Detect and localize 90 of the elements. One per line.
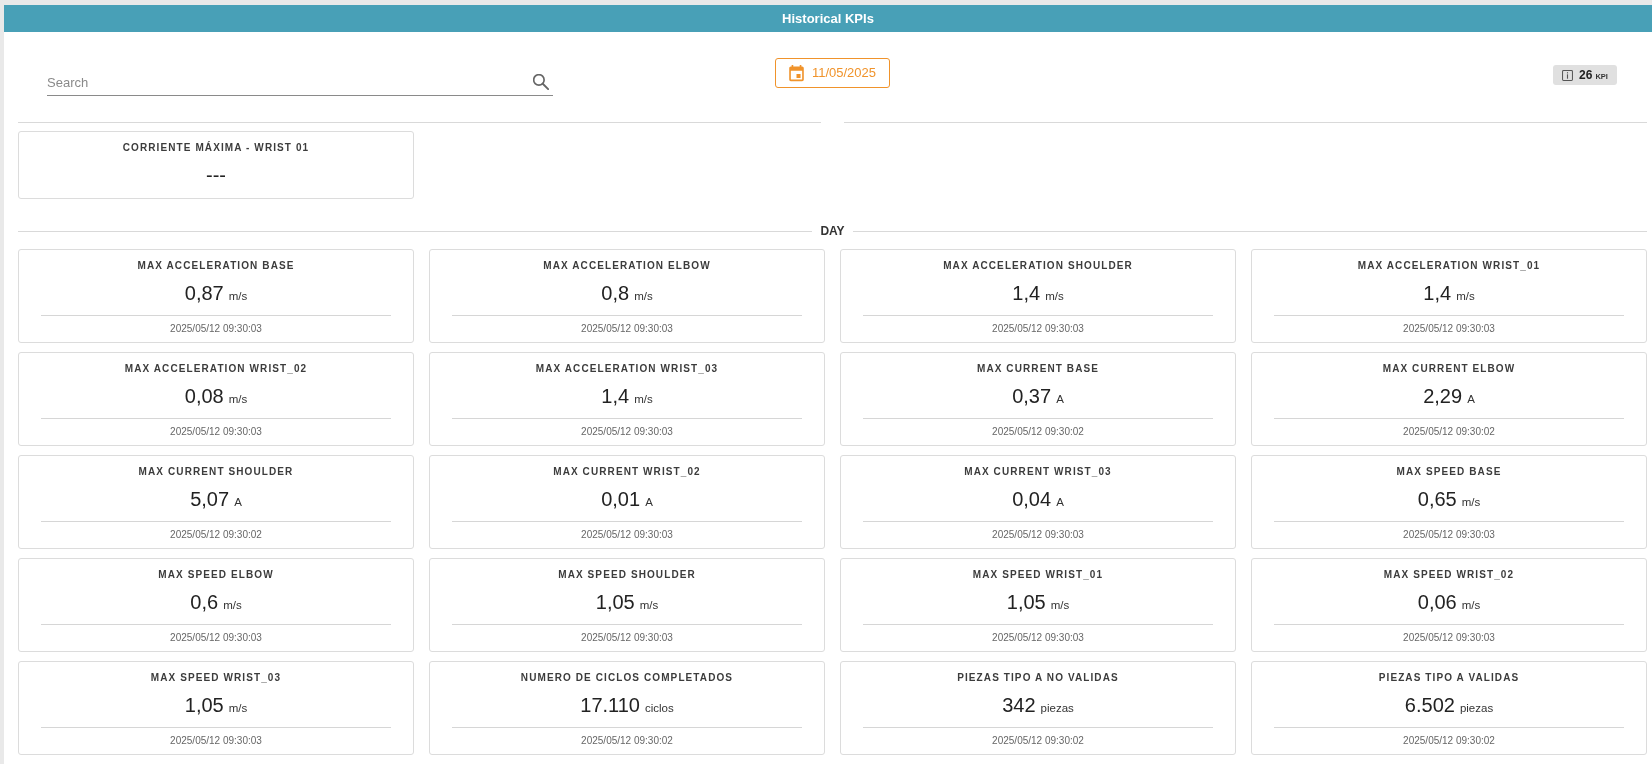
kpi-unit: m/s — [634, 289, 653, 304]
kpi-timestamp: 2025/05/12 09:30:03 — [992, 529, 1084, 541]
kpi-value: 0,01 — [601, 487, 641, 511]
kpi-unit: piezas — [1040, 701, 1074, 716]
kpi-unit: m/s — [228, 289, 248, 304]
kpi-unit: piezas — [1459, 701, 1494, 716]
kpi-title: MAX SPEED WRIST_01 — [972, 568, 1104, 581]
kpi-timestamp: 2025/05/12 09:30:03 — [170, 426, 262, 438]
kpi-timestamp: 2025/05/12 09:30:03 — [581, 426, 673, 438]
kpi-timestamp: 2025/05/12 09:30:02 — [1403, 735, 1495, 747]
date-picker-button[interactable]: 11/05/2025 — [775, 58, 890, 88]
kpi-timestamp: 2025/05/12 09:30:03 — [581, 632, 673, 644]
section-title: DAY — [820, 223, 845, 240]
kpi-unit: A — [1056, 392, 1064, 407]
kpi-unit: A — [1467, 392, 1475, 407]
kpi-title: MAX CURRENT ELBOW — [1382, 362, 1516, 375]
kpi-value: 0,08 — [184, 384, 224, 408]
kpi-timestamp: 2025/05/12 09:30:03 — [1403, 323, 1495, 335]
kpi-unit: m/s — [1045, 289, 1064, 304]
kpi-unit: ciclos — [644, 701, 674, 716]
kpi-title: MAX CURRENT WRIST_02 — [553, 465, 701, 478]
kpi-title: MAX CURRENT WRIST_03 — [964, 465, 1112, 478]
kpi-unit: m/s — [1461, 495, 1481, 510]
kpi-timestamp: 2025/05/12 09:30:03 — [1403, 529, 1495, 541]
kpi-timestamp: 2025/05/12 09:30:02 — [170, 529, 262, 541]
kpi-timestamp: 2025/05/12 09:30:03 — [581, 529, 673, 541]
kpi-timestamp: 2025/05/12 09:30:02 — [992, 735, 1084, 747]
kpi-unit: A — [234, 495, 242, 510]
kpi-title: MAX ACCELERATION BASE — [137, 259, 295, 272]
search-field[interactable]: Search — [47, 69, 553, 96]
kpi-value: 6.502 — [1404, 693, 1455, 717]
kpi-timestamp: 2025/05/12 09:30:02 — [992, 426, 1084, 438]
kpi-value: 2,29 — [1423, 384, 1463, 408]
search-icon — [533, 74, 549, 90]
page-title: Historical KPIs — [782, 9, 874, 28]
kpi-title: MAX CURRENT BASE — [976, 362, 1100, 375]
kpi-unit: m/s — [1050, 598, 1070, 613]
kpi-value: 0,8 — [601, 281, 630, 305]
kpi-title: MAX CURRENT SHOULDER — [138, 465, 294, 478]
kpi-value: 342 — [1002, 693, 1036, 717]
kpi-value: 0,37 — [1012, 384, 1052, 408]
kpi-unit: m/s — [639, 598, 659, 613]
kpi-unit: m/s — [228, 701, 248, 716]
kpi-timestamp: 2025/05/12 09:30:03 — [581, 323, 673, 335]
kpi-title: MAX SPEED WRIST_02 — [1383, 568, 1515, 581]
kpi-title: MAX SPEED WRIST_03 — [150, 671, 282, 684]
kpi-unit: m/s — [228, 392, 248, 407]
kpi-title: MAX ACCELERATION WRIST_01 — [1357, 259, 1541, 272]
kpi-timestamp: 2025/05/12 09:30:02 — [581, 735, 673, 747]
kpi-value: 1,05 — [184, 693, 224, 717]
kpi-unit: m/s — [634, 392, 653, 407]
kpi-title: CORRIENTE MÁXIMA - WRIST 01 — [122, 141, 310, 154]
kpi-title: NUMERO DE CICLOS COMPLETADOS — [520, 671, 734, 684]
kpi-value: 0,6 — [190, 590, 219, 614]
kpi-value: 1,05 — [1006, 590, 1046, 614]
kpi-unit: m/s — [1461, 598, 1481, 613]
kpi-value: 0,06 — [1417, 590, 1457, 614]
kpi-value: 5,07 — [190, 487, 230, 511]
kpi-unit: m/s — [223, 598, 242, 613]
info-icon — [1562, 69, 1574, 81]
kpi-title: PIEZAS TIPO A VALIDAS — [1378, 671, 1520, 684]
kpi-timestamp: 2025/05/12 09:30:03 — [992, 323, 1084, 335]
calendar-icon — [788, 64, 804, 82]
kpi-value: --- — [206, 163, 226, 187]
kpi-title: MAX SPEED BASE — [1396, 465, 1502, 478]
kpi-timestamp: 2025/05/12 09:30:03 — [170, 735, 262, 747]
kpi-value: 1,4 — [1423, 281, 1452, 305]
kpi-timestamp: 2025/05/12 09:30:03 — [992, 632, 1084, 644]
kpi-title: PIEZAS TIPO A NO VALIDAS — [957, 671, 1119, 684]
kpi-value: 0,87 — [184, 281, 224, 305]
kpi-unit: m/s — [1456, 289, 1475, 304]
kpi-value: 1,4 — [601, 384, 630, 408]
kpi-count: 26 — [1579, 67, 1593, 84]
kpi-title: MAX ACCELERATION WRIST_03 — [535, 362, 719, 375]
kpi-unit: A — [645, 495, 653, 510]
kpi-timestamp: 2025/05/12 09:30:02 — [1403, 426, 1495, 438]
kpi-title: MAX SPEED SHOULDER — [558, 568, 696, 581]
kpi-title: MAX ACCELERATION WRIST_02 — [124, 362, 308, 375]
kpi-value: 17.110 — [580, 693, 640, 717]
kpi-unit: A — [1056, 495, 1064, 510]
kpi-timestamp: 2025/05/12 09:30:03 — [1403, 632, 1495, 644]
kpi-value: 1,05 — [595, 590, 635, 614]
kpi-title: MAX ACCELERATION SHOULDER — [943, 259, 1133, 272]
kpi-value: 0,65 — [1417, 487, 1457, 511]
kpi-title: MAX SPEED ELBOW — [158, 568, 274, 581]
kpi-title: MAX ACCELERATION ELBOW — [543, 259, 711, 272]
kpi-value: 0,04 — [1012, 487, 1052, 511]
kpi-timestamp: 2025/05/12 09:30:03 — [170, 323, 262, 335]
kpi-value: 1,4 — [1012, 281, 1041, 305]
kpi-timestamp: 2025/05/12 09:30:03 — [170, 632, 262, 644]
